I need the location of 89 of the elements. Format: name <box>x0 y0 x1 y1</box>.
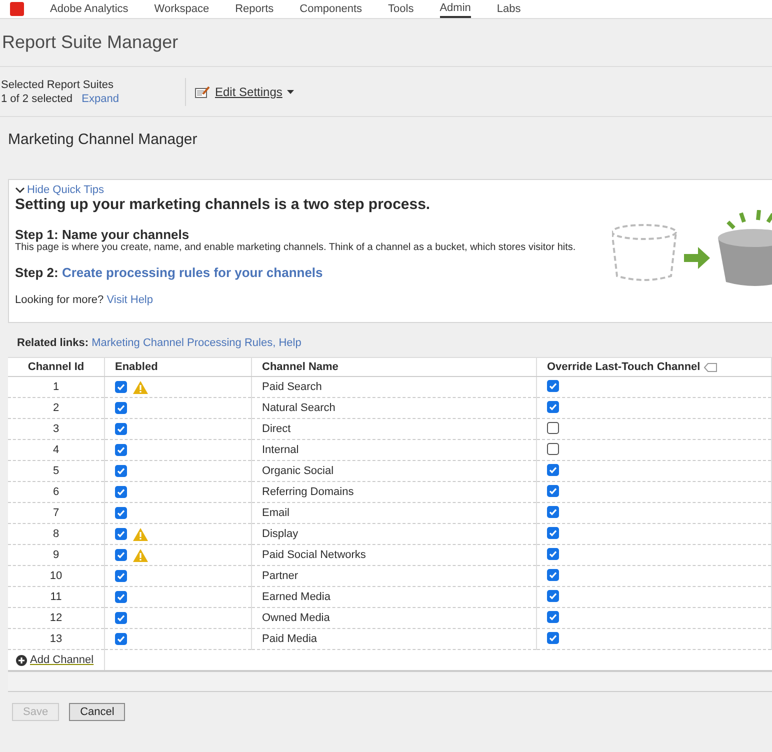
checked-checkbox[interactable] <box>547 590 559 602</box>
checked-checkbox[interactable] <box>115 402 127 414</box>
processing-rules-link[interactable]: Create processing rules for your channels <box>62 265 323 280</box>
unchecked-checkbox[interactable] <box>547 422 559 434</box>
table-cell: Organic Social <box>252 460 536 482</box>
add-channel-link[interactable]: Add Channel <box>30 654 94 666</box>
table-cell: 1 <box>8 376 104 398</box>
checked-checkbox[interactable] <box>115 528 127 540</box>
checked-checkbox[interactable] <box>115 570 127 582</box>
section-title: Marketing Channel Manager <box>8 131 198 148</box>
column-header: Channel Name <box>252 358 536 376</box>
edit-settings-menu[interactable]: Edit Settings <box>195 84 294 98</box>
tips-heading: Setting up your marketing channels is a two step process. <box>15 196 432 213</box>
table-cell: Natural Search <box>252 398 536 418</box>
table-cell: 12 <box>8 608 104 628</box>
step-label: Step 2: <box>15 265 58 280</box>
help-prompt: Looking for more? <box>15 294 104 306</box>
checked-checkbox[interactable] <box>115 486 127 498</box>
caret-icon <box>287 90 294 94</box>
checked-checkbox[interactable] <box>547 610 559 622</box>
table-cell: Email <box>252 502 536 524</box>
table-cell: Paid Social Networks <box>252 544 536 566</box>
checked-checkbox[interactable] <box>547 484 559 496</box>
hide-tips-link[interactable]: Hide Quick Tips <box>27 184 104 196</box>
table-cell: Direct <box>252 418 536 440</box>
nav-tab[interactable]: Tools <box>388 0 414 18</box>
visit-help-link[interactable]: Visit Help <box>106 294 153 306</box>
table-cell: Referring Domains <box>252 482 536 502</box>
page-title: Report Suite Manager <box>2 32 178 53</box>
table-cell: Display <box>252 524 536 544</box>
table-cell: Owned Media <box>252 608 536 628</box>
chevron-down-icon <box>15 186 25 194</box>
checked-checkbox[interactable] <box>547 400 559 412</box>
nav-tab[interactable]: Reports <box>235 0 274 18</box>
column-header: Channel Id <box>8 358 104 376</box>
column-header: Override Last-Touch Channel <box>536 358 772 376</box>
table-cell: 8 <box>8 524 104 544</box>
nav-tab[interactable]: Components <box>300 0 362 18</box>
edit-icon <box>195 86 210 98</box>
selected-count: 1 of 2 selected <box>1 92 73 104</box>
form-button[interactable]: Cancel <box>69 703 126 721</box>
form-button: Save <box>12 703 60 721</box>
table-cell: 9 <box>8 544 104 566</box>
table-cell: 6 <box>8 482 104 502</box>
table-cell: Paid Media <box>252 628 536 650</box>
step-heading: Step 1: Name your channels <box>15 227 190 242</box>
checked-checkbox[interactable] <box>115 633 127 645</box>
checked-checkbox[interactable] <box>547 380 559 392</box>
nav-tab[interactable]: Labs <box>496 0 521 18</box>
table-cell: Paid Search <box>252 376 536 398</box>
checked-checkbox[interactable] <box>547 526 559 538</box>
table-cell: 3 <box>8 418 104 440</box>
table-cell: 5 <box>8 460 104 482</box>
nav-tab[interactable]: Admin <box>440 0 471 18</box>
unchecked-checkbox[interactable] <box>547 442 559 454</box>
table-cell: 7 <box>8 502 104 524</box>
table-cell: Internal <box>252 440 536 460</box>
table-cell: Earned Media <box>252 586 536 608</box>
app-name: Adobe Analytics <box>50 3 128 15</box>
add-icon <box>16 654 27 666</box>
checked-checkbox[interactable] <box>115 612 127 624</box>
table-cell: 4 <box>8 440 104 460</box>
table-cell: 10 <box>8 566 104 586</box>
checked-checkbox[interactable] <box>115 465 127 477</box>
checked-checkbox[interactable] <box>547 632 559 644</box>
checked-checkbox[interactable] <box>115 444 127 456</box>
table-cell: 13 <box>8 628 104 650</box>
checked-checkbox[interactable] <box>115 381 127 393</box>
step-description: This page is where you create, name, and enable marketing channels. Think of a channel as a bucket, which stores visitor hits. <box>15 242 577 253</box>
related-links-label: Related links: <box>17 337 89 349</box>
checked-checkbox[interactable] <box>547 548 559 560</box>
checked-checkbox[interactable] <box>547 464 559 476</box>
table-cell: Partner <box>252 566 536 586</box>
checked-checkbox[interactable] <box>115 507 127 519</box>
table-cell: 2 <box>8 398 104 418</box>
related-link[interactable]: Help <box>278 337 302 349</box>
column-header: Enabled <box>104 358 252 376</box>
checked-checkbox[interactable] <box>547 506 559 518</box>
checked-checkbox[interactable] <box>115 423 127 435</box>
selected-suites-label: Selected Report Suites <box>1 78 115 92</box>
help-tag-icon[interactable] <box>704 362 718 372</box>
checked-checkbox[interactable] <box>115 591 127 603</box>
link-separator: , <box>272 337 276 349</box>
related-link[interactable]: Marketing Channel Processing Rules <box>92 337 273 349</box>
table-cell: 11 <box>8 586 104 608</box>
checked-checkbox[interactable] <box>547 568 559 580</box>
checked-checkbox[interactable] <box>115 549 127 561</box>
nav-tab[interactable]: Workspace <box>154 0 210 18</box>
expand-link[interactable]: Expand <box>82 92 119 104</box>
